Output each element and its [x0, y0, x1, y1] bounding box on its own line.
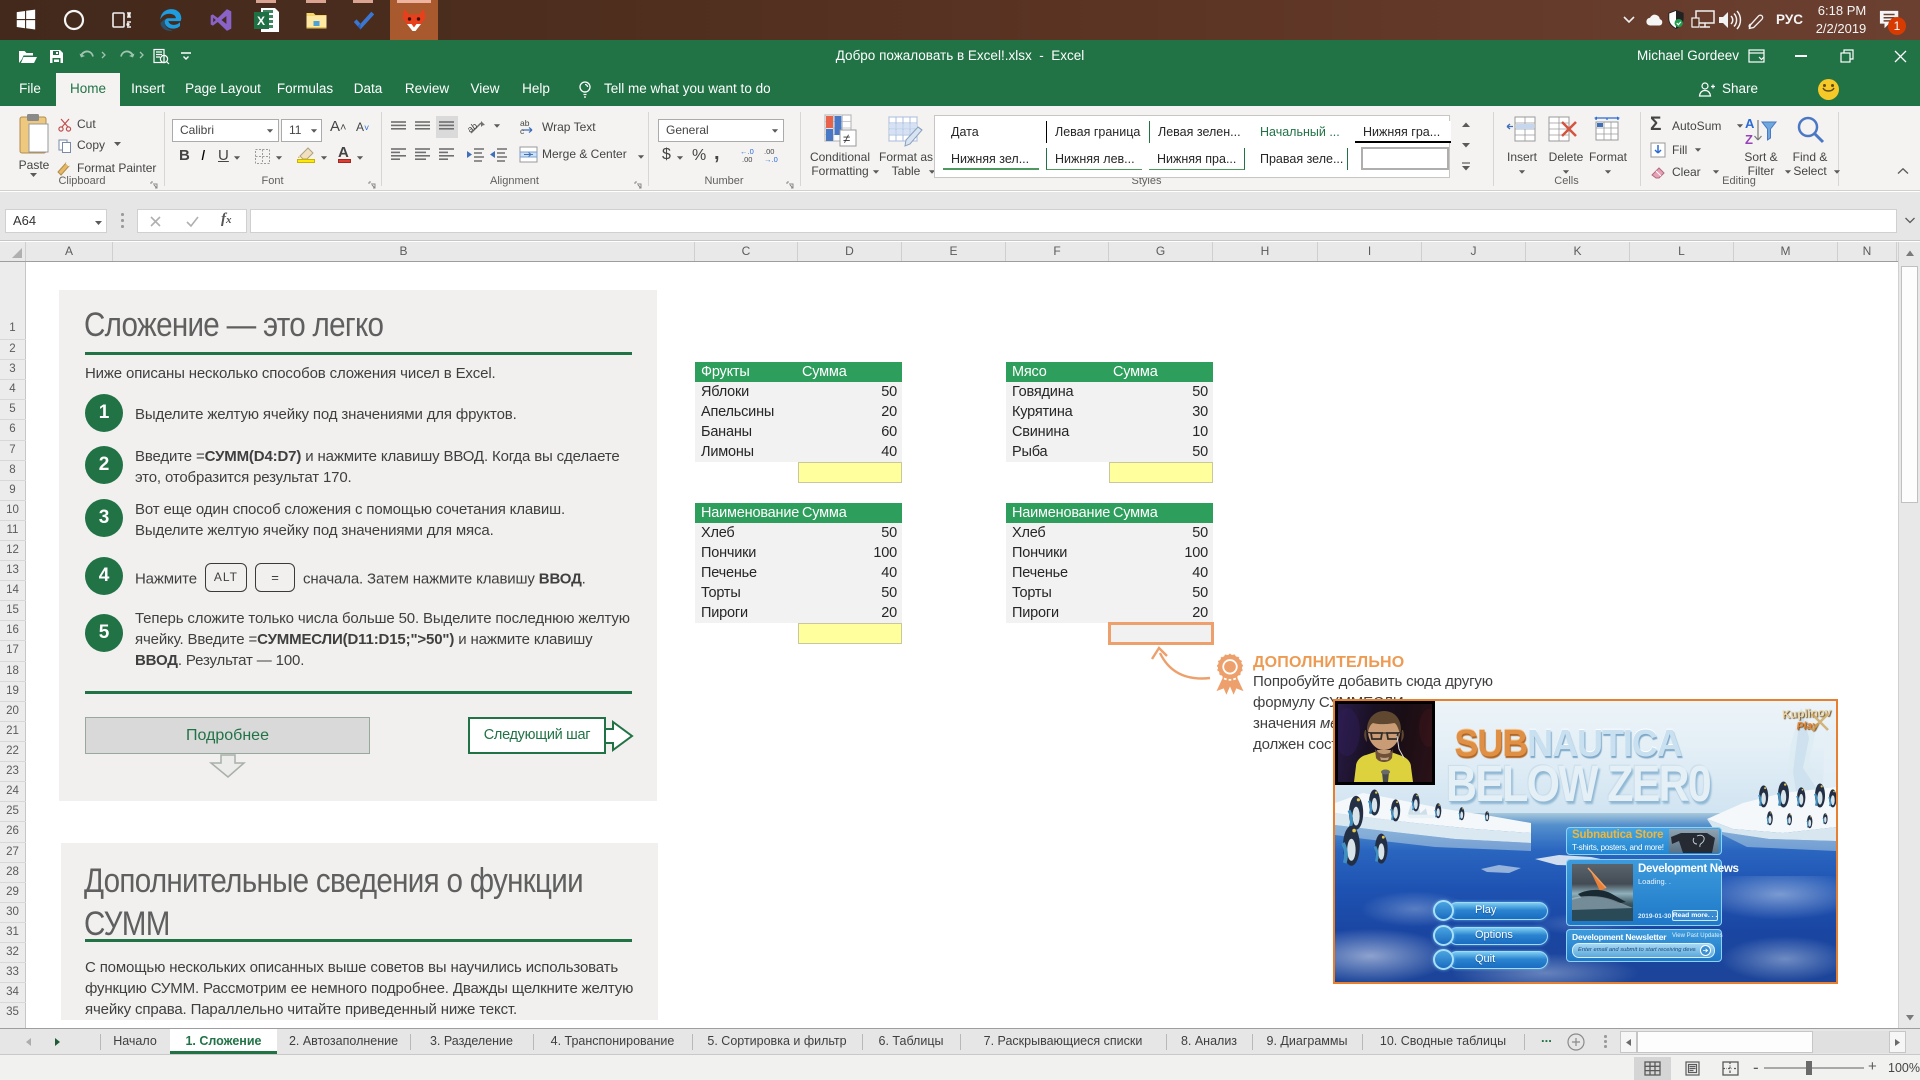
- svg-text:→.0: →.0: [764, 155, 778, 163]
- svg-text:.00: .00: [742, 155, 752, 163]
- svg-text:≠: ≠: [843, 131, 850, 146]
- svg-text:ab: ab: [468, 121, 479, 135]
- svg-text:X: X: [257, 14, 265, 28]
- svg-text:A: A: [1745, 116, 1755, 131]
- svg-text:Z: Z: [1745, 132, 1753, 147]
